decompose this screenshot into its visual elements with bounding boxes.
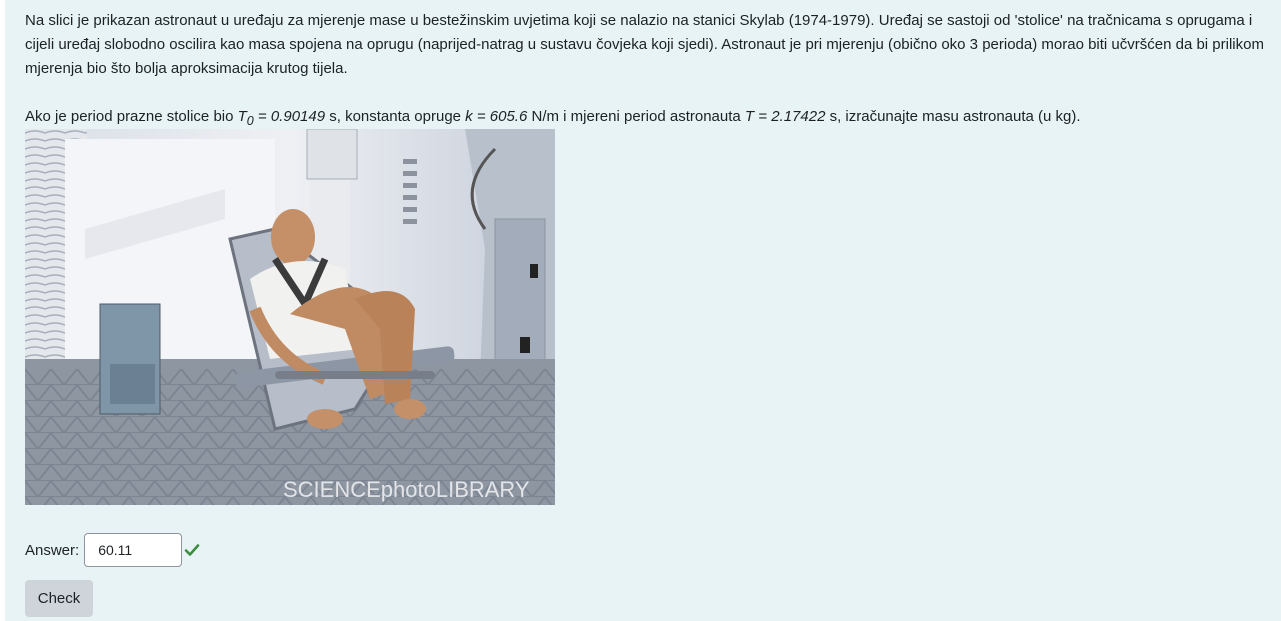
given-mid-2: N/m i mjereni period astronauta xyxy=(527,108,745,125)
question-panel: Na slici je prikazan astronaut u uređaju… xyxy=(5,0,1281,621)
t-symbol: T xyxy=(744,108,755,125)
image-watermark: SCIENCEphotoLIBRARY xyxy=(283,477,530,502)
answer-input[interactable] xyxy=(84,533,183,567)
given-end: s, izračunajte masu astronauta (u kg). xyxy=(825,108,1081,125)
question-text: Na slici je prikazan astronaut u uređaju… xyxy=(25,9,1275,133)
k-symbol: k xyxy=(465,108,473,125)
t-value: = 2.17422 xyxy=(754,108,826,125)
check-button[interactable]: Check xyxy=(25,580,93,617)
answer-row: Answer: xyxy=(25,532,200,568)
astronaut-photo-illustration: SCIENCEphotoLIBRARY xyxy=(25,129,555,505)
correct-check-icon xyxy=(184,544,200,556)
t0-symbol: T xyxy=(237,108,247,125)
astronaut-photo: SCIENCEphotoLIBRARY xyxy=(25,129,555,505)
question-paragraph-1: Na slici je prikazan astronaut u uređaju… xyxy=(25,12,1264,77)
answer-label: Answer: xyxy=(25,541,80,559)
t0-subscript: 0 xyxy=(246,114,254,128)
t0-value: = 0.90149 xyxy=(253,108,326,125)
k-value: = 605.6 xyxy=(472,108,528,125)
given-intro: Ako je period prazne stolice bio xyxy=(25,108,238,125)
given-mid-1: s, konstanta opruge xyxy=(325,108,466,125)
